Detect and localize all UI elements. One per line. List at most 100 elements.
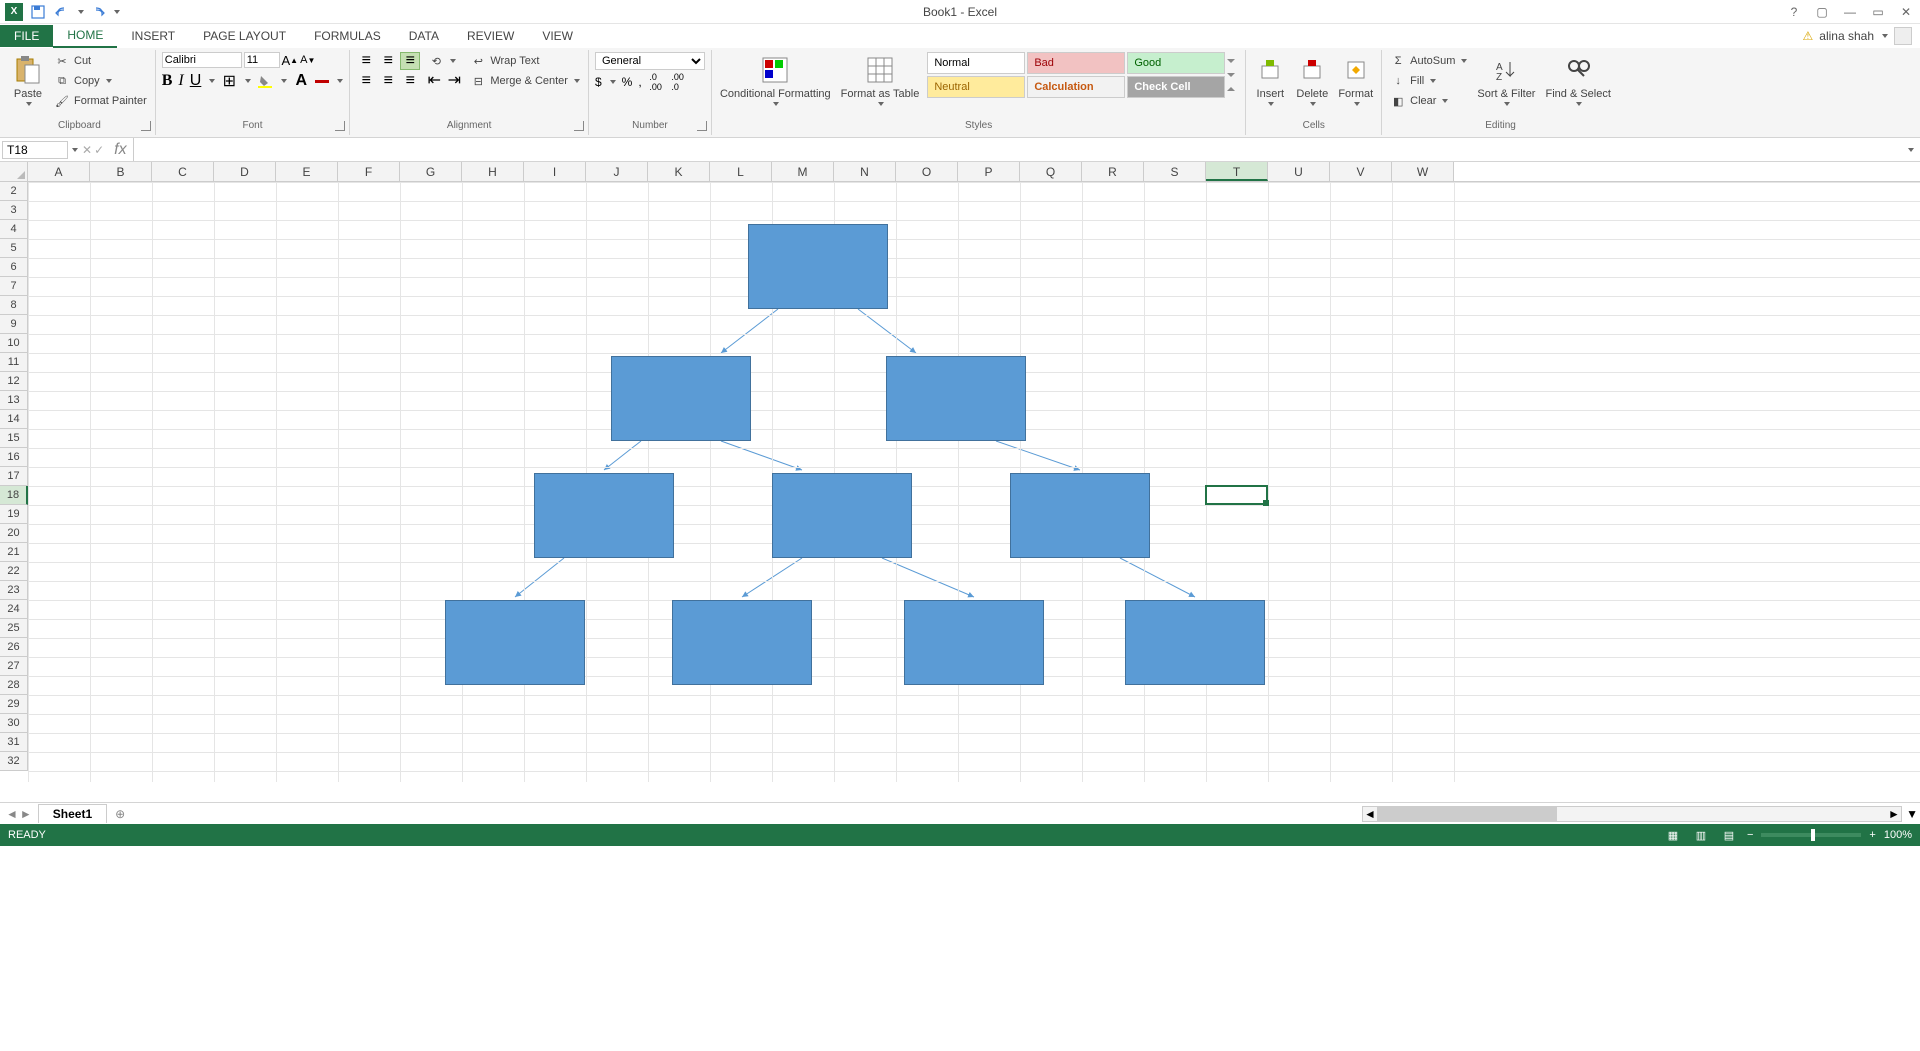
fx-icon[interactable]: fx xyxy=(108,141,132,159)
formula-input[interactable] xyxy=(133,138,1906,161)
shape-box-l3-2[interactable] xyxy=(1010,473,1150,558)
col-header-O[interactable]: O xyxy=(896,162,958,181)
format-cells-button[interactable]: Format xyxy=(1336,52,1375,108)
shape-box-l4-2[interactable] xyxy=(904,600,1044,685)
sheet-tab[interactable]: Sheet1 xyxy=(38,804,107,823)
close-icon[interactable]: ✕ xyxy=(1896,2,1916,22)
col-header-I[interactable]: I xyxy=(524,162,586,181)
align-middle[interactable]: ≡ xyxy=(378,52,398,70)
zoom-in-button[interactable]: + xyxy=(1869,829,1875,841)
fill-button[interactable]: ↓Fill xyxy=(1388,72,1469,90)
row-header-29[interactable]: 29 xyxy=(0,695,28,714)
col-header-S[interactable]: S xyxy=(1144,162,1206,181)
style-calculation[interactable]: Calculation xyxy=(1027,76,1125,98)
row-header-2[interactable]: 2 xyxy=(0,182,28,201)
zoom-out-button[interactable]: − xyxy=(1747,829,1753,841)
row-header-14[interactable]: 14 xyxy=(0,410,28,429)
col-header-K[interactable]: K xyxy=(648,162,710,181)
shape-box-l4-1[interactable] xyxy=(672,600,812,685)
merge-center-button[interactable]: ⊟Merge & Center xyxy=(468,72,582,90)
save-icon[interactable] xyxy=(28,2,48,22)
font-launcher[interactable] xyxy=(335,121,345,131)
row-header-15[interactable]: 15 xyxy=(0,429,28,448)
row-header-26[interactable]: 26 xyxy=(0,638,28,657)
view-page-layout-icon[interactable]: ▥ xyxy=(1691,827,1711,843)
col-header-D[interactable]: D xyxy=(214,162,276,181)
col-header-N[interactable]: N xyxy=(834,162,896,181)
tab-insert[interactable]: INSERT xyxy=(117,25,189,47)
vertical-scroll-down[interactable]: ▼ xyxy=(1906,807,1918,821)
paste-dropdown-icon[interactable] xyxy=(26,102,32,106)
italic-button[interactable]: I xyxy=(178,72,183,90)
style-normal[interactable]: Normal xyxy=(927,52,1025,74)
bold-button[interactable]: B xyxy=(162,72,173,90)
row-header-3[interactable]: 3 xyxy=(0,201,28,220)
shape-box-l4-0[interactable] xyxy=(445,600,585,685)
col-header-R[interactable]: R xyxy=(1082,162,1144,181)
help-icon[interactable]: ? xyxy=(1784,2,1804,22)
row-header-19[interactable]: 19 xyxy=(0,505,28,524)
row-header-17[interactable]: 17 xyxy=(0,467,28,486)
percent-button[interactable]: % xyxy=(622,75,633,89)
increase-font-icon[interactable]: A▲ xyxy=(282,52,298,68)
zoom-level[interactable]: 100% xyxy=(1884,829,1912,841)
cut-button[interactable]: ✂Cut xyxy=(52,52,149,70)
col-header-W[interactable]: W xyxy=(1392,162,1454,181)
tab-data[interactable]: DATA xyxy=(395,25,453,47)
enter-formula-icon[interactable]: ✓ xyxy=(94,143,104,157)
number-launcher[interactable] xyxy=(697,121,707,131)
shape-box-l3-0[interactable] xyxy=(534,473,674,558)
row-header-30[interactable]: 30 xyxy=(0,714,28,733)
row-header-32[interactable]: 32 xyxy=(0,752,28,771)
style-neutral[interactable]: Neutral xyxy=(927,76,1025,98)
currency-button[interactable]: $ xyxy=(595,75,602,89)
col-header-F[interactable]: F xyxy=(338,162,400,181)
col-header-V[interactable]: V xyxy=(1330,162,1392,181)
col-header-B[interactable]: B xyxy=(90,162,152,181)
font-name-input[interactable] xyxy=(162,52,242,68)
tab-formulas[interactable]: FORMULAS xyxy=(300,25,395,47)
sheet-nav-prev[interactable]: ◄ xyxy=(6,807,18,821)
col-header-E[interactable]: E xyxy=(276,162,338,181)
view-normal-icon[interactable]: ▦ xyxy=(1663,827,1683,843)
align-center[interactable]: ≡ xyxy=(378,72,398,90)
col-header-P[interactable]: P xyxy=(958,162,1020,181)
row-header-6[interactable]: 6 xyxy=(0,258,28,277)
active-cell[interactable] xyxy=(1205,485,1268,505)
font-color-icon[interactable]: A xyxy=(293,73,309,89)
paste-button[interactable]: Paste xyxy=(10,52,46,108)
clear-button[interactable]: ◧Clear xyxy=(1388,92,1469,110)
row-header-9[interactable]: 9 xyxy=(0,315,28,334)
col-header-G[interactable]: G xyxy=(400,162,462,181)
font-size-input[interactable] xyxy=(244,52,280,68)
select-all-button[interactable] xyxy=(0,162,28,182)
insert-cells-button[interactable]: Insert xyxy=(1252,52,1288,108)
align-right[interactable]: ≡ xyxy=(400,72,420,90)
tab-review[interactable]: REVIEW xyxy=(453,25,528,47)
undo-icon[interactable] xyxy=(52,2,72,22)
decrease-font-icon[interactable]: A▼ xyxy=(300,52,316,68)
row-header-24[interactable]: 24 xyxy=(0,600,28,619)
decrease-indent-icon[interactable]: ⇤ xyxy=(426,72,442,88)
tab-page-layout[interactable]: PAGE LAYOUT xyxy=(189,25,300,47)
row-header-5[interactable]: 5 xyxy=(0,239,28,258)
shape-box-l2-1[interactable] xyxy=(886,356,1026,441)
increase-indent-icon[interactable]: ⇥ xyxy=(446,72,462,88)
row-header-31[interactable]: 31 xyxy=(0,733,28,752)
row-header-10[interactable]: 10 xyxy=(0,334,28,353)
shape-box-l3-1[interactable] xyxy=(772,473,912,558)
format-painter-button[interactable]: 🖌Format Painter xyxy=(52,92,149,110)
row-header-27[interactable]: 27 xyxy=(0,657,28,676)
number-format-select[interactable]: General xyxy=(595,52,705,70)
row-header-7[interactable]: 7 xyxy=(0,277,28,296)
clipboard-launcher[interactable] xyxy=(141,121,151,131)
col-header-J[interactable]: J xyxy=(586,162,648,181)
row-header-22[interactable]: 22 xyxy=(0,562,28,581)
border-icon[interactable]: ⊞ xyxy=(221,73,237,89)
row-header-20[interactable]: 20 xyxy=(0,524,28,543)
row-header-18[interactable]: 18 xyxy=(0,486,28,505)
worksheet-grid[interactable]: ABCDEFGHIJKLMNOPQRSTUVW 2345678910111213… xyxy=(0,162,1920,802)
user-dropdown-icon[interactable] xyxy=(1882,34,1888,38)
ribbon-options-icon[interactable]: ▢ xyxy=(1812,2,1832,22)
col-header-T[interactable]: T xyxy=(1206,162,1268,181)
